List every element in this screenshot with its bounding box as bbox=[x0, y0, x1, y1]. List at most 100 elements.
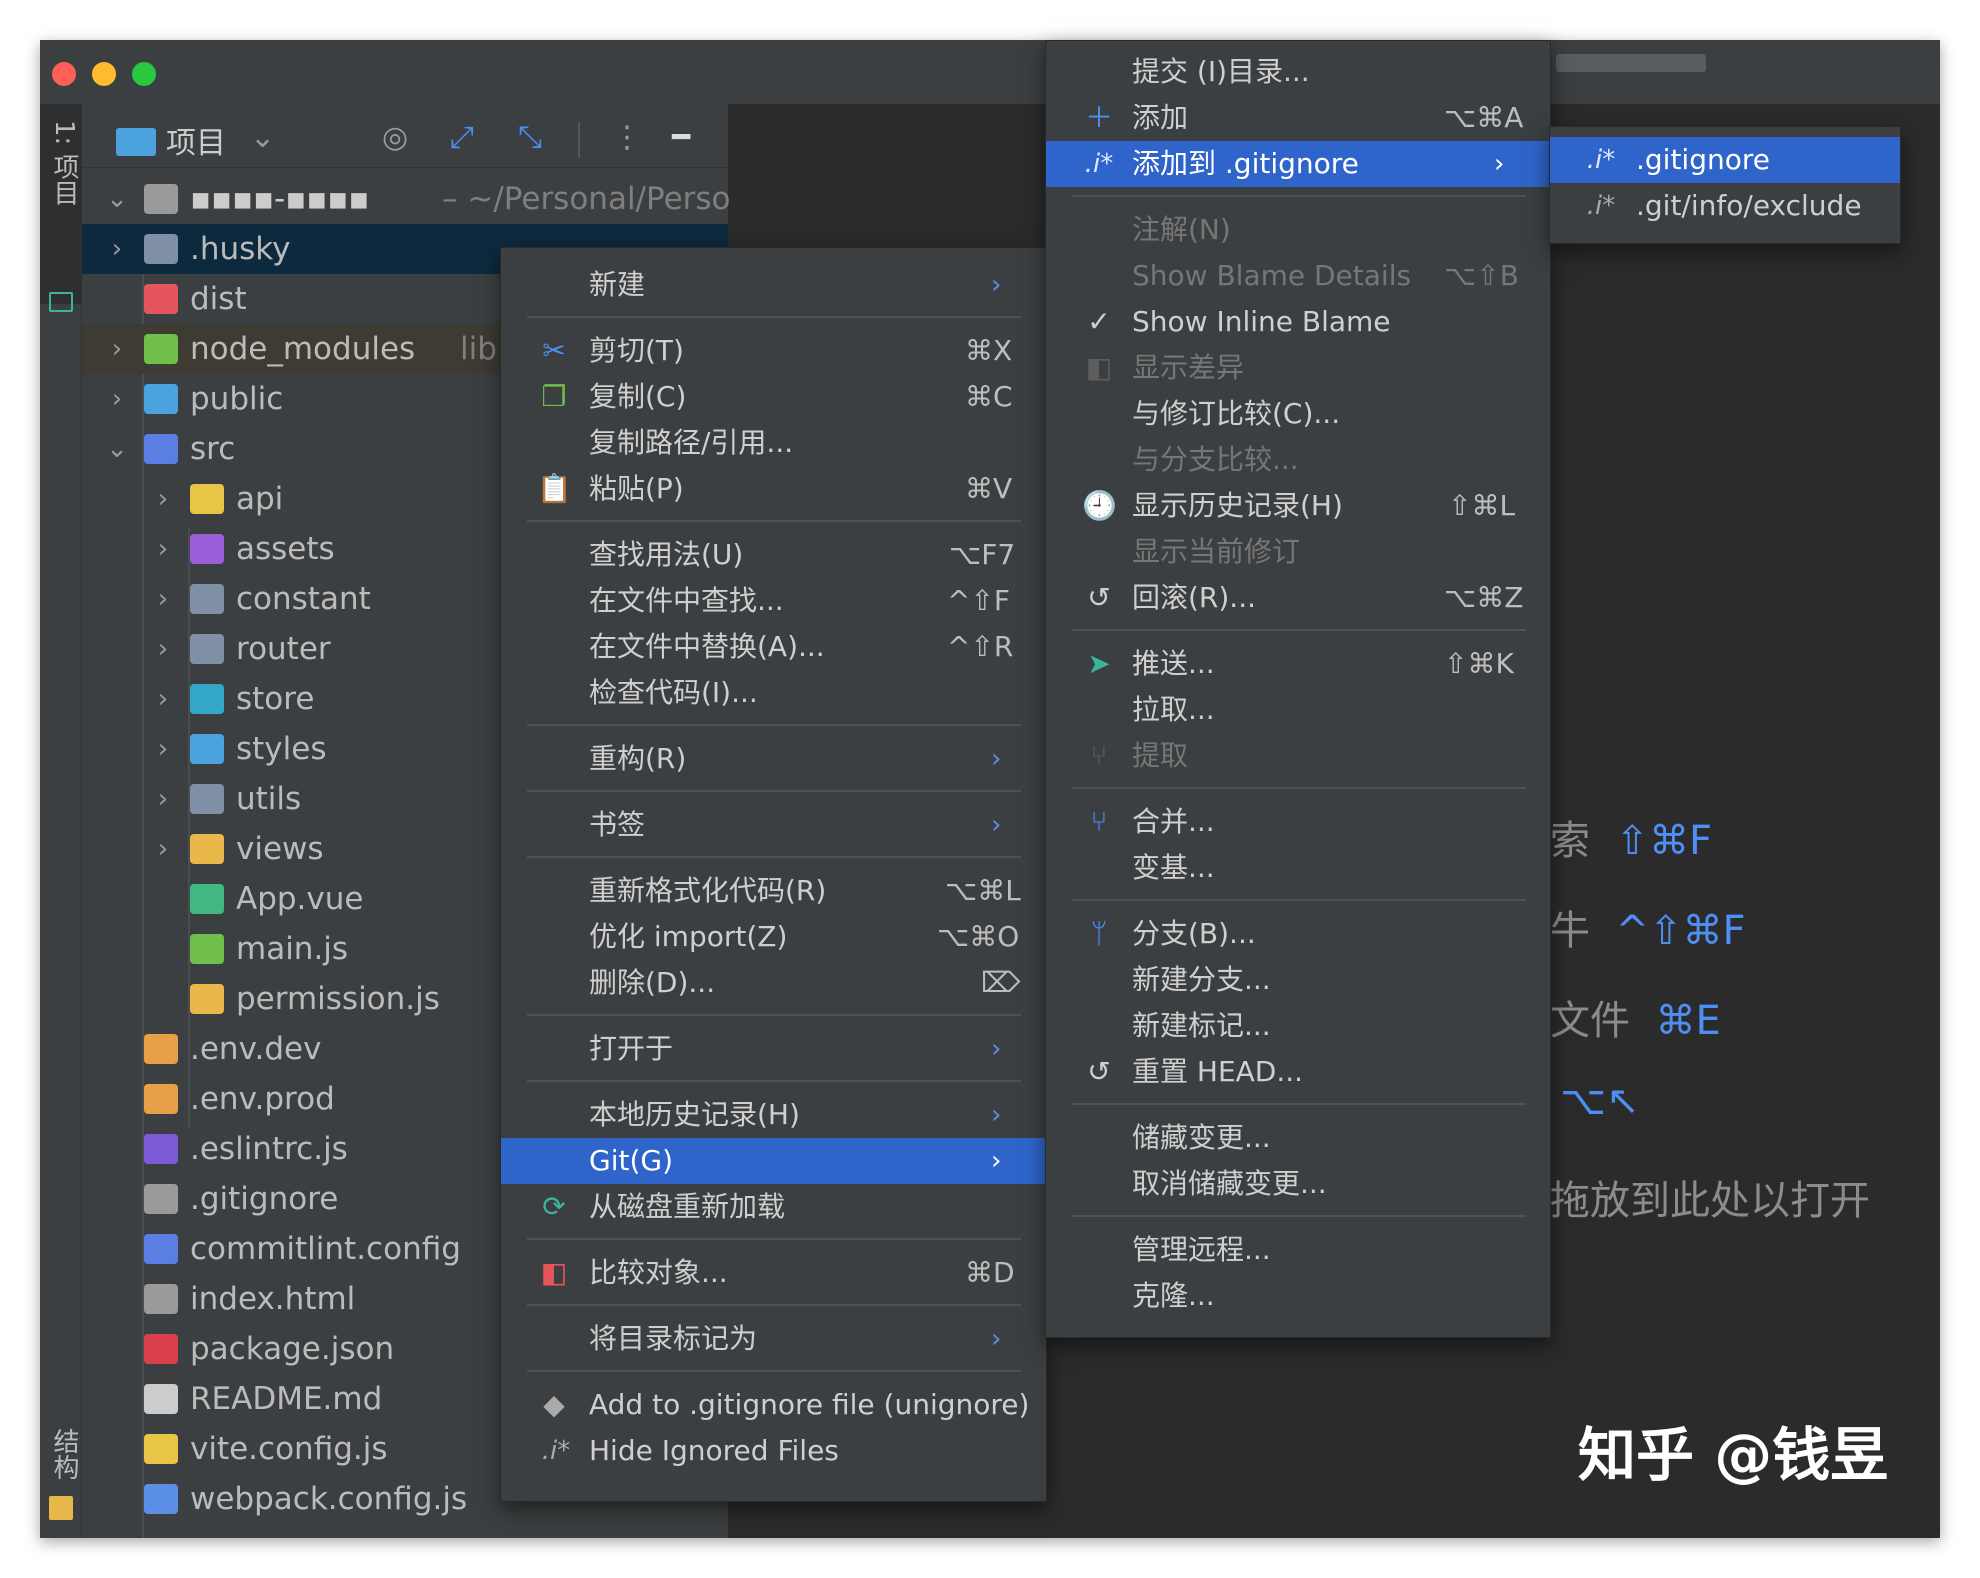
project-window-icon bbox=[49, 292, 73, 312]
chevron-right-icon[interactable]: › bbox=[102, 374, 132, 424]
menu-item-local-history[interactable]: 本地历史记录(H) › bbox=[501, 1092, 1046, 1138]
chevron-right-icon[interactable]: › bbox=[148, 524, 178, 574]
git-item-show-diff[interactable]: ◧ 显示差异 bbox=[1046, 345, 1550, 391]
hide-panel-icon[interactable]: ━ bbox=[672, 118, 690, 158]
project-view-selector[interactable]: 项目 bbox=[166, 118, 226, 162]
git-item-merge[interactable]: ⑂ 合并... bbox=[1046, 799, 1550, 845]
more-options-icon[interactable]: ⋮ bbox=[612, 118, 642, 158]
zoom-window-button[interactable] bbox=[132, 62, 156, 86]
menu-item-mark-directory-as[interactable]: 将目录标记为 › bbox=[501, 1316, 1046, 1362]
git-item-commit-directory[interactable]: 提交 (I)目录... bbox=[1046, 49, 1550, 95]
git-item-clone[interactable]: 克隆... bbox=[1046, 1273, 1550, 1319]
minimize-window-button[interactable] bbox=[92, 62, 116, 86]
menu-item-copy[interactable]: ❐ 复制(C) ⌘C bbox=[501, 374, 1046, 420]
menu-item-find-usages[interactable]: 查找用法(U) ⌥F7 bbox=[501, 532, 1046, 578]
file-type-icon bbox=[144, 1234, 178, 1264]
file-type-icon bbox=[190, 584, 224, 614]
menu-item-reload-from-disk[interactable]: ⟳ 从磁盘重新加载 bbox=[501, 1184, 1046, 1230]
menu-item-find-in-files[interactable]: 在文件中查找... ^⇧F bbox=[501, 578, 1046, 624]
menu-separator bbox=[527, 520, 1021, 522]
editor-hint-recent-files: 文件 ⌘E bbox=[1550, 998, 1721, 1044]
menu-item-copy-path[interactable]: 复制路径/引用... bbox=[501, 420, 1046, 466]
git-item-show-blame-details[interactable]: Show Blame Details ⌥⇧B bbox=[1046, 253, 1550, 299]
file-type-icon bbox=[190, 984, 224, 1014]
chevron-right-icon[interactable]: › bbox=[148, 674, 178, 724]
git-item-reset-head[interactable]: ↺ 重置 HEAD... bbox=[1046, 1049, 1550, 1095]
menu-item-refactor[interactable]: 重构(R) › bbox=[501, 736, 1046, 782]
git-item-new-branch[interactable]: 新建分支... bbox=[1046, 957, 1550, 1003]
git-item-compare-with-revision[interactable]: 与修订比较(C)... bbox=[1046, 391, 1550, 437]
git-item-show-current-revision[interactable]: 显示当前修订 bbox=[1046, 529, 1550, 575]
git-item-branches[interactable]: ᛘ 分支(B)... bbox=[1046, 911, 1550, 957]
git-item-push[interactable]: ➤ 推送... ⇧⌘K bbox=[1046, 641, 1550, 687]
git-item-show-inline-blame[interactable]: ✓ Show Inline Blame bbox=[1046, 299, 1550, 345]
chevron-right-icon[interactable]: › bbox=[102, 324, 132, 374]
menu-item-optimize-imports[interactable]: 优化 import(Z) ⌥⌘O bbox=[501, 914, 1046, 960]
close-window-button[interactable] bbox=[52, 62, 76, 86]
menu-item-replace-in-files[interactable]: 在文件中替换(A)... ^⇧R bbox=[501, 624, 1046, 670]
file-type-icon bbox=[190, 884, 224, 914]
git-item-pull[interactable]: 拉取... bbox=[1046, 687, 1550, 733]
file-type-icon bbox=[144, 1034, 178, 1064]
menu-item-bookmarks[interactable]: 书签 › bbox=[501, 802, 1046, 848]
gitignore-file-icon: .i* bbox=[1586, 145, 1616, 175]
menu-separator bbox=[527, 790, 1021, 792]
menu-item-reformat-code[interactable]: 重新格式化代码(R) ⌥⌘L bbox=[501, 868, 1046, 914]
menu-item-cut[interactable]: ✂ 剪切(T) ⌘X bbox=[501, 328, 1046, 374]
menu-item-hide-ignored-files[interactable]: .i* Hide Ignored Files bbox=[501, 1428, 1046, 1474]
locate-file-icon[interactable]: ◎ bbox=[382, 118, 408, 158]
chevron-right-icon[interactable]: › bbox=[148, 474, 178, 524]
git-item-compare-with-branch[interactable]: 与分支比较... bbox=[1046, 437, 1550, 483]
tree-item-label: dist bbox=[190, 281, 247, 317]
editor-hint-find-file: 牛 ^⇧⌘F bbox=[1550, 908, 1746, 954]
collapse-all-icon[interactable]: ⤡ bbox=[518, 118, 542, 158]
menu-item-open-in[interactable]: 打开于 › bbox=[501, 1026, 1046, 1072]
git-item-add[interactable]: ＋添加 ⌥⌘A bbox=[1046, 95, 1550, 141]
git-item-manage-remotes[interactable]: 管理远程... bbox=[1046, 1227, 1550, 1273]
menu-item-compare-with[interactable]: ◧ 比较对象... ⌘D bbox=[501, 1250, 1046, 1296]
diff-icon: ◧ bbox=[540, 1256, 568, 1289]
chevron-right-icon[interactable]: › bbox=[148, 774, 178, 824]
git-item-rebase[interactable]: 变基... bbox=[1046, 845, 1550, 891]
menu-item-paste[interactable]: 📋 粘贴(P) ⌘V bbox=[501, 466, 1046, 512]
tree-item-label: commitlint.config bbox=[190, 1231, 461, 1267]
chevron-down-icon[interactable]: ⌄ bbox=[102, 424, 132, 474]
git-item-stash-changes[interactable]: 储藏变更... bbox=[1046, 1115, 1550, 1161]
chevron-right-icon[interactable]: › bbox=[148, 824, 178, 874]
title-bar bbox=[40, 40, 1940, 104]
chevron-down-icon[interactable]: ⌄ bbox=[102, 174, 132, 224]
git-item-unstash-changes[interactable]: 取消储藏变更... bbox=[1046, 1161, 1550, 1207]
git-item-fetch[interactable]: ⑂ 提取 bbox=[1046, 733, 1550, 779]
file-type-icon bbox=[190, 784, 224, 814]
chevron-down-icon[interactable]: ⌄ bbox=[250, 118, 275, 158]
menu-item-inspect-code[interactable]: 检查代码(I)... bbox=[501, 670, 1046, 716]
project-folder-icon bbox=[116, 128, 156, 156]
rollback-icon: ↺ bbox=[1087, 1055, 1111, 1088]
git-item-annotate[interactable]: 注解(N) bbox=[1046, 207, 1550, 253]
chevron-right-icon[interactable]: › bbox=[148, 724, 178, 774]
expand-all-icon[interactable]: ⤢ bbox=[450, 118, 474, 158]
gitignore-file-icon: .i* bbox=[1586, 191, 1616, 221]
project-tool-tab[interactable]: 1: 项目 bbox=[40, 104, 82, 312]
menu-item-add-to-gitignore-file[interactable]: ◆ Add to .gitignore file (unignore) bbox=[501, 1382, 1046, 1428]
menu-item-delete[interactable]: 删除(D)... ⌦ bbox=[501, 960, 1046, 1006]
tree-item-label: api bbox=[236, 481, 284, 517]
git-item-new-tag[interactable]: 新建标记... bbox=[1046, 1003, 1550, 1049]
chevron-right-icon[interactable]: › bbox=[148, 574, 178, 624]
git-item-show-history[interactable]: 🕘 显示历史记录(H) ⇧⌘L bbox=[1046, 483, 1550, 529]
chevron-right-icon[interactable]: › bbox=[148, 624, 178, 674]
menu-item-new[interactable]: 新建 › bbox=[501, 262, 1046, 308]
gitignore-item-gitignore[interactable]: .i* .gitignore bbox=[1550, 137, 1900, 183]
tree-item-label: App.vue bbox=[236, 881, 364, 917]
gitignore-item-git-info-exclude[interactable]: .i* .git/info/exclude bbox=[1550, 183, 1900, 229]
menu-separator bbox=[527, 724, 1021, 726]
git-item-rollback[interactable]: ↺ 回滚(R)... ⌥⌘Z bbox=[1046, 575, 1550, 621]
checkmark-icon: ✓ bbox=[1087, 305, 1111, 338]
chevron-right-icon[interactable]: › bbox=[102, 224, 132, 274]
tree-root-row[interactable]: ⌄ ▪▪▪▪-▪▪▪▪ – ~/Personal/Perso bbox=[82, 174, 730, 224]
git-item-add-to-gitignore[interactable]: .i* 添加到 .gitignore › bbox=[1046, 141, 1550, 187]
structure-tool-tab[interactable]: 结构 bbox=[40, 1420, 82, 1530]
file-type-icon bbox=[144, 334, 178, 364]
left-tool-strip bbox=[40, 104, 82, 1538]
menu-item-git[interactable]: Git(G) › bbox=[501, 1138, 1046, 1184]
